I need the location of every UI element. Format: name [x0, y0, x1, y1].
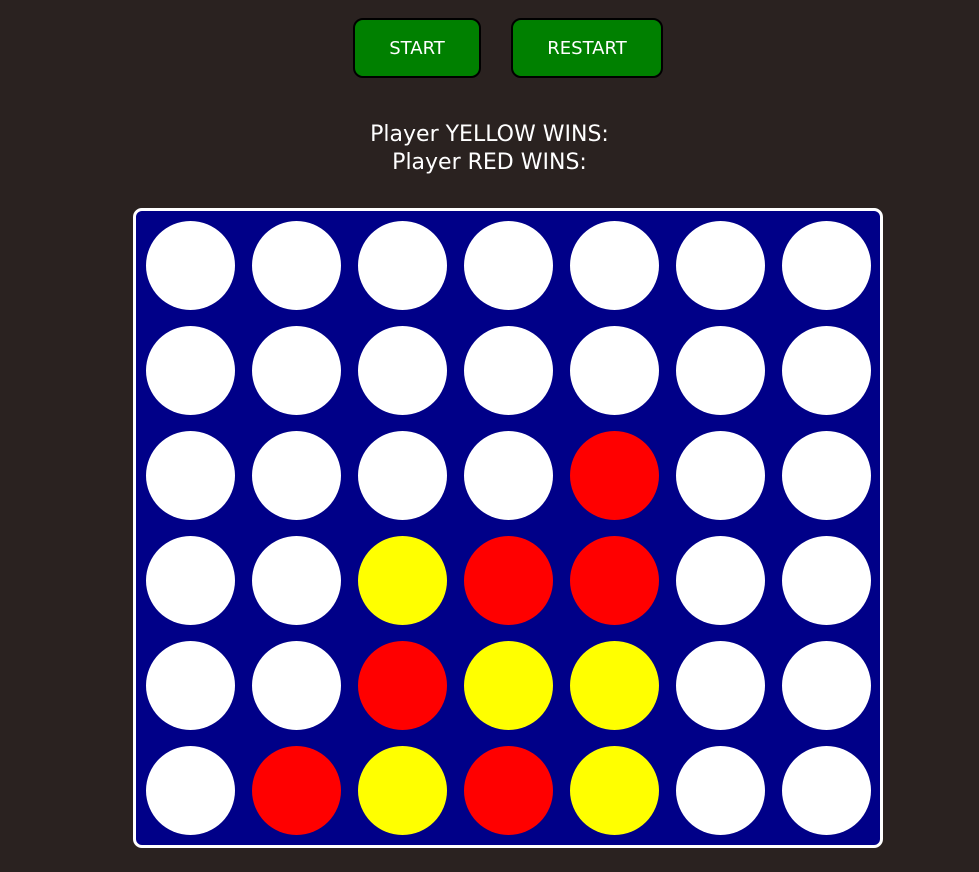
board-cell-r6-c3-yellow[interactable] [358, 746, 447, 835]
board-cell-r1-c5-empty[interactable] [570, 221, 659, 310]
game-board [133, 208, 883, 848]
board-cell-r1-c4-empty[interactable] [464, 221, 553, 310]
board-cell-r1-c2-empty[interactable] [252, 221, 341, 310]
board-cell-r4-c6-empty[interactable] [676, 536, 765, 625]
board-cell-r4-c2-empty[interactable] [252, 536, 341, 625]
score-panel: Player YELLOW WINS: Player RED WINS: [0, 121, 979, 177]
board-cell-r5-c7-empty[interactable] [782, 641, 871, 730]
controls-bar: START RESTART [0, 18, 979, 78]
board-cell-r2-c5-empty[interactable] [570, 326, 659, 415]
board-cell-r4-c3-yellow[interactable] [358, 536, 447, 625]
restart-button[interactable]: RESTART [511, 18, 663, 78]
red-wins-label: Player RED WINS: [392, 150, 587, 175]
yellow-wins-label: Player YELLOW WINS: [370, 122, 609, 147]
board-cell-r5-c3-red[interactable] [358, 641, 447, 730]
board-cell-r6-c6-empty[interactable] [676, 746, 765, 835]
board-cell-r3-c3-empty[interactable] [358, 431, 447, 520]
board-cell-r6-c1-empty[interactable] [146, 746, 235, 835]
board-cell-r5-c6-empty[interactable] [676, 641, 765, 730]
board-cell-r6-c7-empty[interactable] [782, 746, 871, 835]
board-cell-r1-c1-empty[interactable] [146, 221, 235, 310]
board-cell-r5-c1-empty[interactable] [146, 641, 235, 730]
board-cell-r5-c2-empty[interactable] [252, 641, 341, 730]
board-cell-r4-c4-red[interactable] [464, 536, 553, 625]
board-cell-r2-c4-empty[interactable] [464, 326, 553, 415]
start-button[interactable]: START [353, 18, 481, 78]
board-cell-r1-c6-empty[interactable] [676, 221, 765, 310]
board-cell-r4-c1-empty[interactable] [146, 536, 235, 625]
board-cell-r4-c7-empty[interactable] [782, 536, 871, 625]
board-cell-r2-c6-empty[interactable] [676, 326, 765, 415]
board-cell-r3-c5-red[interactable] [570, 431, 659, 520]
board-cell-r5-c4-yellow[interactable] [464, 641, 553, 730]
board-cell-r4-c5-red[interactable] [570, 536, 659, 625]
board-cell-r5-c5-yellow[interactable] [570, 641, 659, 730]
board-cell-r3-c7-empty[interactable] [782, 431, 871, 520]
board-cell-r1-c3-empty[interactable] [358, 221, 447, 310]
board-cell-r1-c7-empty[interactable] [782, 221, 871, 310]
board-cell-r2-c7-empty[interactable] [782, 326, 871, 415]
board-cell-r2-c2-empty[interactable] [252, 326, 341, 415]
board-cell-r2-c1-empty[interactable] [146, 326, 235, 415]
board-cell-r3-c1-empty[interactable] [146, 431, 235, 520]
board-cell-r6-c5-yellow[interactable] [570, 746, 659, 835]
board-cell-r3-c6-empty[interactable] [676, 431, 765, 520]
board-cell-r6-c4-red[interactable] [464, 746, 553, 835]
board-cell-r2-c3-empty[interactable] [358, 326, 447, 415]
board-cell-r6-c2-red[interactable] [252, 746, 341, 835]
board-cell-r3-c2-empty[interactable] [252, 431, 341, 520]
board-cell-r3-c4-empty[interactable] [464, 431, 553, 520]
